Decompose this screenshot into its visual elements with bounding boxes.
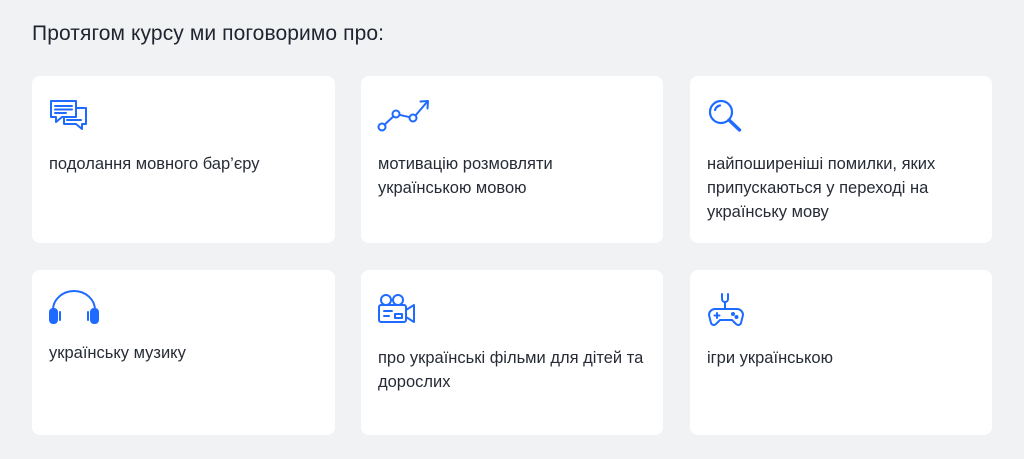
- topic-text: мотивацію розмовляти українською мовою: [378, 155, 553, 197]
- search-icon: [706, 97, 748, 135]
- topic-text: ігри українською: [707, 349, 833, 367]
- chat-bubbles-icon: [48, 97, 90, 135]
- topic-card-games: ігри українською: [690, 270, 992, 435]
- video-camera-icon: [377, 290, 417, 328]
- section-heading: Протягом курсу ми поговоримо про:: [32, 22, 385, 45]
- topic-text: українську музику: [49, 344, 186, 362]
- headphones-icon: [48, 290, 100, 326]
- topic-card-music: українську музику: [32, 270, 335, 435]
- topic-card-motivation: мотивацію розмовляти українською мовою: [361, 76, 663, 243]
- gamepad-icon: [706, 289, 746, 329]
- topic-card-common-mistakes: найпоширеніші помилки, яких припускаютьс…: [690, 76, 992, 243]
- growth-chart-icon: [377, 97, 433, 135]
- topic-text: найпоширеніші помилки, яких припускаютьс…: [707, 155, 936, 221]
- topic-card-language-barrier: подолання мовного бар’єру: [32, 76, 335, 243]
- topic-text: про українські фільми для дітей та дорос…: [378, 349, 644, 391]
- topic-card-films: про українські фільми для дітей та дорос…: [361, 270, 663, 435]
- topic-text: подолання мовного бар’єру: [49, 155, 260, 173]
